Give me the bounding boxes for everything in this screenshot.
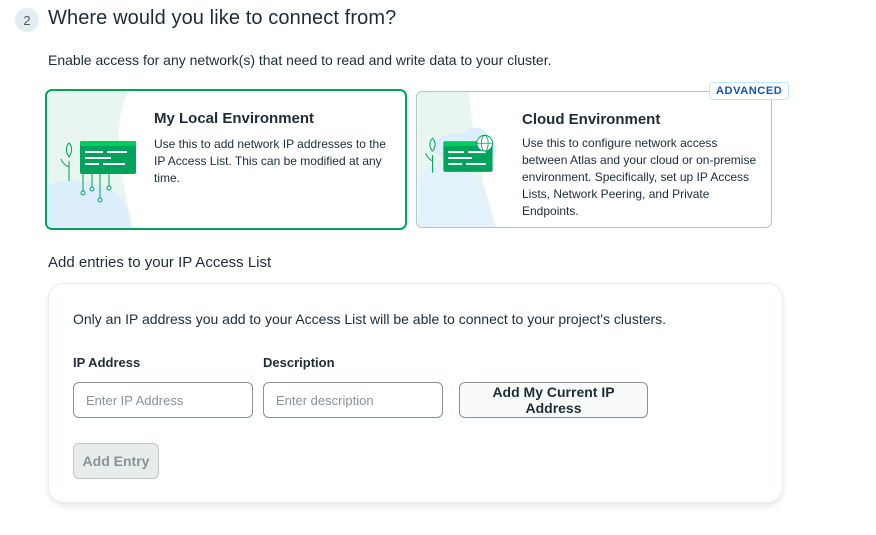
- access-list-panel: Only an IP address you add to your Acces…: [48, 283, 783, 503]
- step-title: Where would you like to connect from?: [48, 7, 397, 29]
- option-description: Use this to configure network access bet…: [522, 136, 757, 218]
- option-card-cloud-environment[interactable]: Cloud Environment Use this to configure …: [416, 91, 772, 228]
- ip-address-label: IP Address: [73, 355, 141, 370]
- access-list-title: Add entries to your IP Access List: [48, 254, 272, 271]
- local-network-icon: [47, 91, 136, 228]
- ip-address-input[interactable]: [73, 382, 253, 418]
- description-label: Description: [263, 355, 335, 370]
- add-current-ip-button[interactable]: Add My Current IP Address: [459, 382, 648, 418]
- add-entry-button[interactable]: Add Entry: [73, 443, 159, 479]
- option-title: Cloud Environment: [522, 111, 661, 128]
- cloud-network-icon: [417, 92, 497, 227]
- step-subtitle: Enable access for any network(s) that ne…: [48, 52, 552, 68]
- step-number-badge: 2: [15, 8, 39, 32]
- description-input[interactable]: [263, 382, 443, 418]
- access-list-note: Only an IP address you add to your Acces…: [73, 311, 667, 327]
- advanced-badge: ADVANCED: [709, 82, 790, 100]
- option-description: Use this to add network IP addresses to …: [154, 137, 386, 185]
- option-title: My Local Environment: [154, 110, 315, 127]
- option-card-local-environment[interactable]: My Local Environment Use this to add net…: [45, 89, 407, 230]
